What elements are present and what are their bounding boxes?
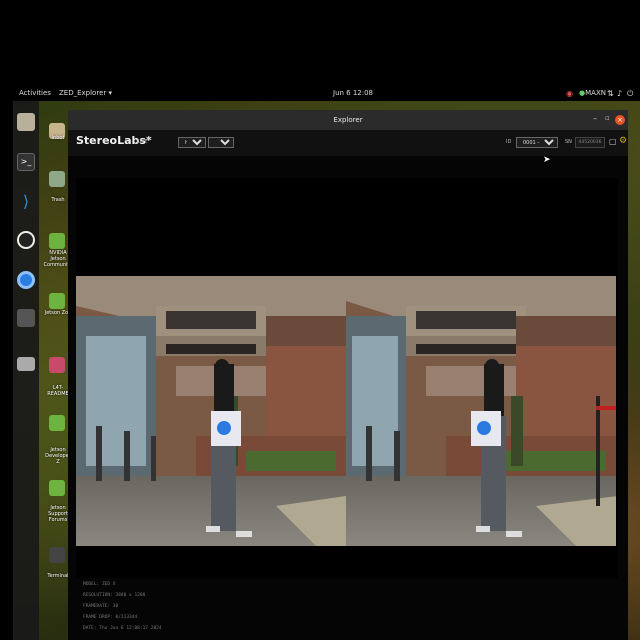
power-icon[interactable]: ⏻ xyxy=(627,89,633,99)
info-framerate: FRAMERATE: 30 xyxy=(83,604,119,609)
info-date: DATE: Thu Jun 6 12:08:17 2024 xyxy=(83,626,162,631)
camera-id-select[interactable]: 0001 - 0 xyxy=(516,137,558,148)
close-icon[interactable]: × xyxy=(615,115,625,125)
id-label: ID xyxy=(506,139,512,145)
zed-explorer-icon[interactable] xyxy=(17,309,35,327)
nvidia-icon[interactable]: ◉ xyxy=(566,89,573,98)
activities-button[interactable]: Activities xyxy=(19,89,51,97)
live-badge: LIVE xyxy=(137,139,148,145)
serial-number-field: 44520036 xyxy=(575,137,605,148)
maximize-icon[interactable]: ▫ xyxy=(605,114,610,122)
desktop-screen: Activities ZED_Explorer ▾ Jun 6 12:08 ◉ … xyxy=(13,85,640,640)
right-camera-view xyxy=(346,276,616,546)
trash-icon[interactable] xyxy=(49,171,65,187)
dock: >_ ⟩ xyxy=(13,101,39,640)
minimize-icon[interactable]: – xyxy=(593,114,597,123)
info-resolution: RESOLUTION: 3840 x 1200 xyxy=(83,593,146,598)
record-icon[interactable]: ▢ xyxy=(609,137,617,146)
resolution-select[interactable]: HD1200 xyxy=(178,137,206,148)
mouse-cursor-icon: ➤ xyxy=(543,155,551,165)
vscode-icon[interactable]: ⟩ xyxy=(17,193,35,211)
files-icon[interactable] xyxy=(17,113,35,131)
stereo-viewer xyxy=(76,178,618,578)
drive-icon[interactable] xyxy=(17,357,35,371)
network-icon[interactable]: ⇅ xyxy=(607,89,614,98)
nvidia-community-icon[interactable] xyxy=(49,233,65,249)
app-toolbar: StereoLabs* LIVE HD1200 30 ID 0001 - 0 S… xyxy=(68,130,628,156)
fps-select[interactable]: 30 xyxy=(208,137,234,148)
jetson-support-forums-icon[interactable] xyxy=(49,480,65,496)
terminal-desktop-icon[interactable] xyxy=(49,547,65,563)
power-mode[interactable]: ●MAXN xyxy=(579,89,606,97)
explorer-window: Explorer – ▫ × StereoLabs* LIVE HD1200 3… xyxy=(68,110,628,640)
left-camera-view xyxy=(76,276,346,546)
chromium-icon[interactable] xyxy=(17,271,35,289)
settings-gear-icon[interactable]: ⚙ xyxy=(619,136,627,146)
info-frame-drop: FRAME DROP: 0/113344 xyxy=(83,615,138,620)
jetson-developer-zone-icon[interactable] xyxy=(49,415,65,431)
info-model: MODEL: ZED X xyxy=(83,582,116,587)
l4t-readme-icon[interactable] xyxy=(49,357,65,373)
window-titlebar[interactable]: Explorer – ▫ × xyxy=(68,110,628,130)
power-mode-label: MAXN xyxy=(585,89,606,97)
sn-label: SN xyxy=(565,139,572,145)
clock[interactable]: Jun 6 12:08 xyxy=(333,89,373,97)
volume-icon[interactable]: ♪ xyxy=(617,89,622,98)
jetson-zoo-icon[interactable] xyxy=(49,293,65,309)
obs-icon[interactable] xyxy=(17,231,35,249)
window-title: Explorer xyxy=(333,116,363,124)
app-menu[interactable]: ZED_Explorer ▾ xyxy=(59,89,112,97)
terminal-icon[interactable]: >_ xyxy=(17,153,35,171)
top-bar: Activities ZED_Explorer ▾ Jun 6 12:08 ◉ … xyxy=(13,85,640,101)
